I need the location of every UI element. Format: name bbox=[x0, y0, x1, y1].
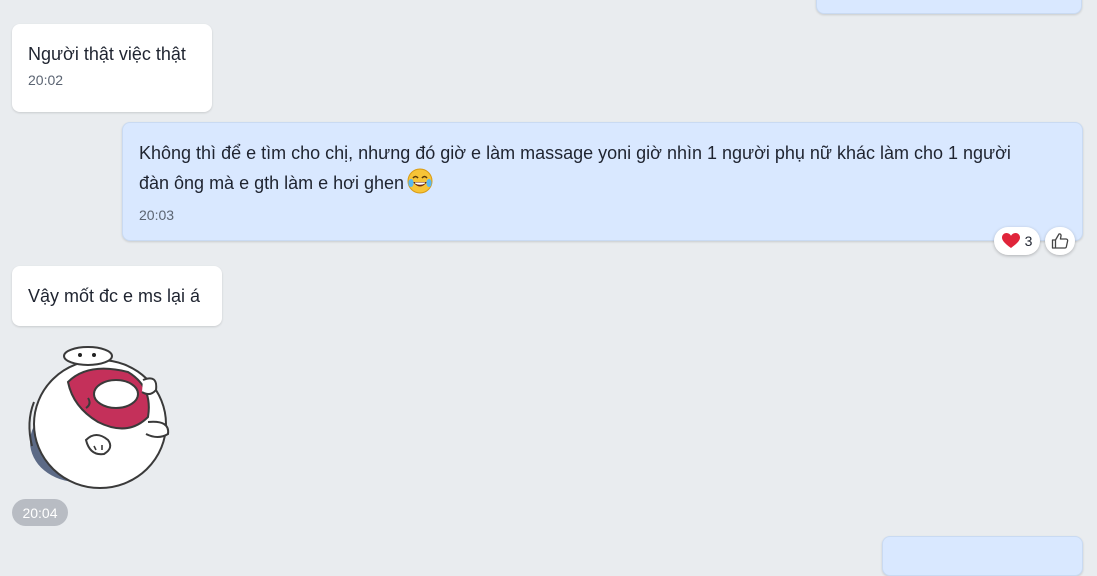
cat-rolling-sticker[interactable] bbox=[18, 342, 174, 492]
like-reaction-button[interactable] bbox=[1045, 227, 1075, 255]
outgoing-bubble-next[interactable] bbox=[882, 536, 1083, 576]
tears-of-joy-emoji-icon bbox=[407, 168, 433, 203]
message-text-line-1: Không thì để e tìm cho chị, nhưng đó giờ… bbox=[139, 143, 1011, 163]
incoming-message-bubble[interactable]: Người thật việc thật 20:02 bbox=[12, 24, 212, 112]
thumbs-up-icon bbox=[1051, 232, 1069, 250]
sticker-time: 20:04 bbox=[12, 499, 68, 526]
message-time: 20:03 bbox=[139, 207, 175, 223]
message-text: Vậy mốt đc e ms lại á bbox=[28, 286, 201, 306]
message-text: Người thật việc thật bbox=[28, 44, 186, 64]
message-time: 20:02 bbox=[28, 72, 64, 88]
outgoing-message-bubble[interactable]: Không thì để e tìm cho chị, nhưng đó giờ… bbox=[122, 122, 1083, 241]
message-text-line-2: đàn ông mà e gth làm e hơi ghen bbox=[139, 168, 1066, 203]
reaction-summary[interactable]: 3 bbox=[994, 227, 1040, 255]
outgoing-bubble-previous[interactable] bbox=[816, 0, 1082, 14]
heart-icon bbox=[1001, 233, 1020, 249]
reaction-count: 3 bbox=[1024, 233, 1033, 249]
message-text-line-2-content: đàn ông mà e gth làm e hơi ghen bbox=[139, 173, 404, 193]
incoming-message-bubble[interactable]: Vậy mốt đc e ms lại á bbox=[12, 266, 222, 326]
